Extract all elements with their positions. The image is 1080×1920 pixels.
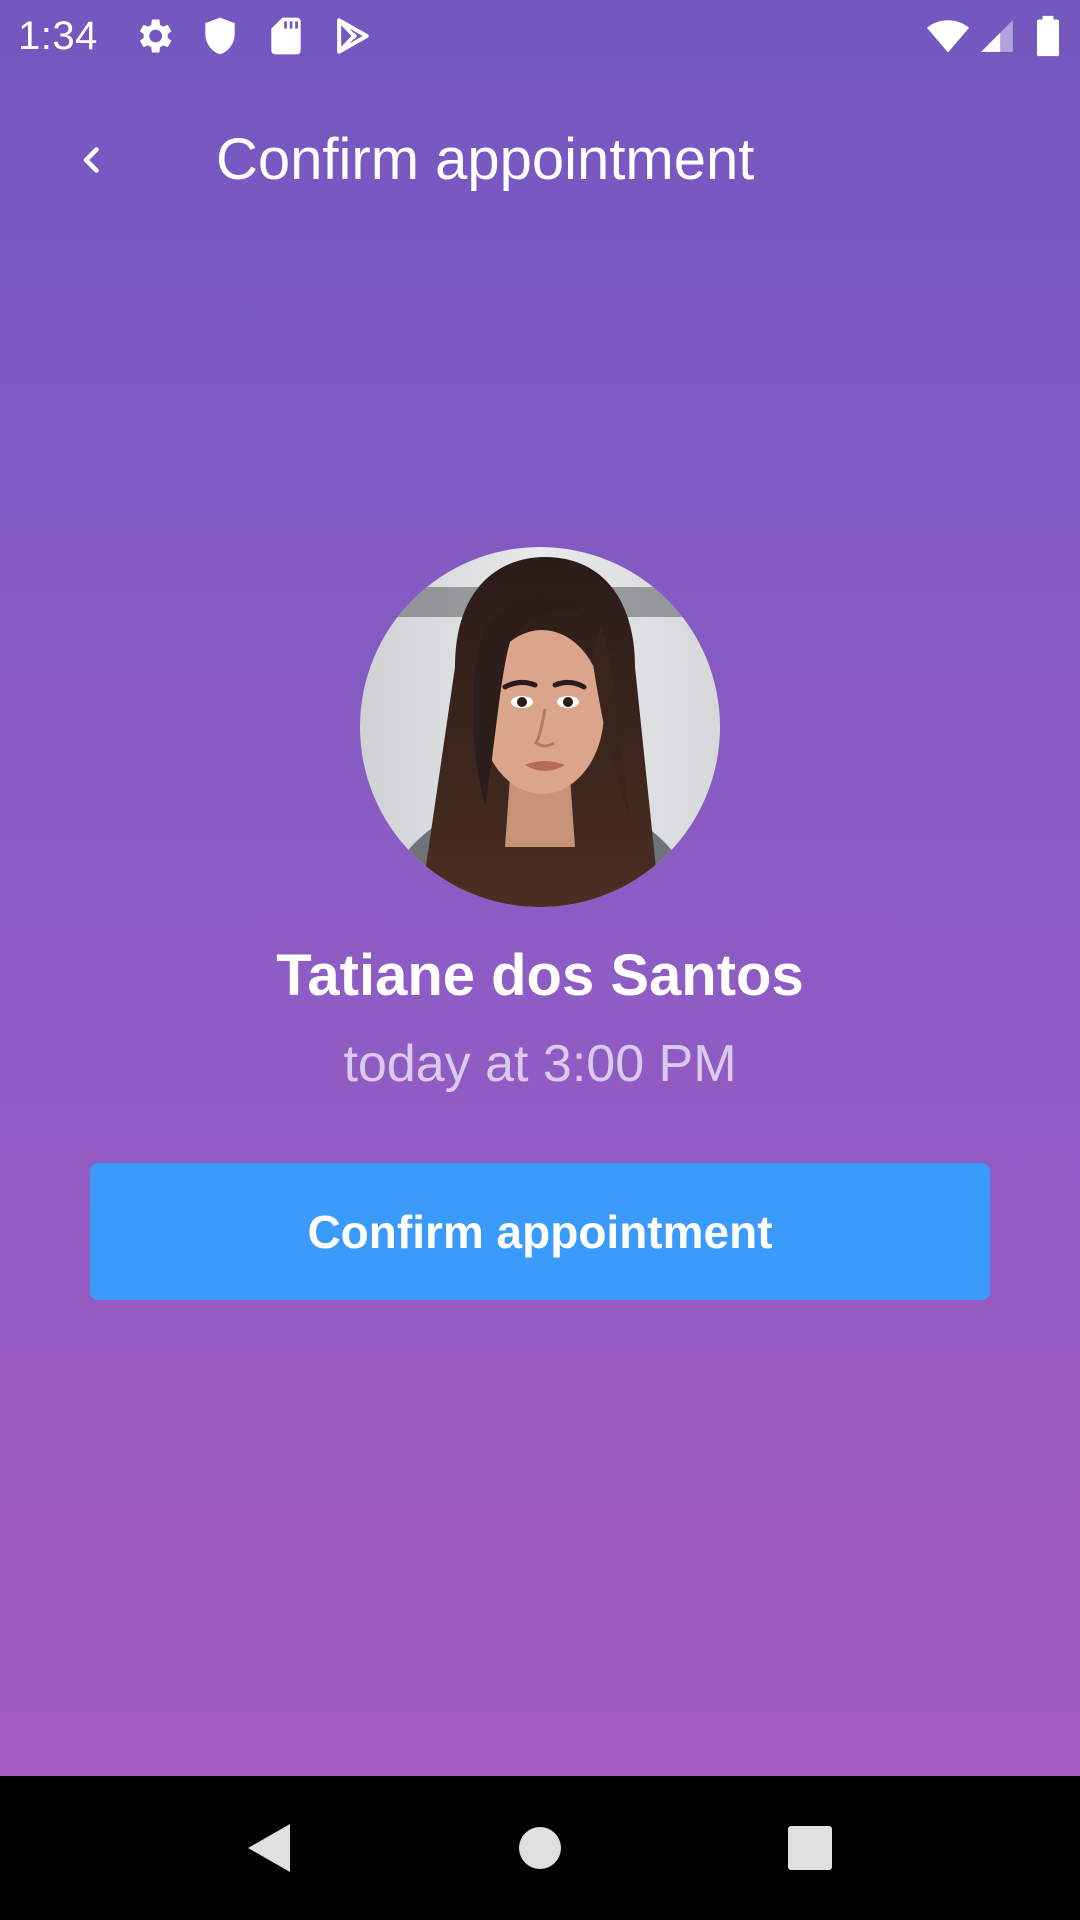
home-circle-icon bbox=[517, 1825, 563, 1871]
confirm-appointment-button[interactable]: Confirm appointment bbox=[90, 1163, 990, 1300]
wifi-icon bbox=[924, 14, 972, 58]
nav-recents-button[interactable] bbox=[774, 1812, 846, 1884]
chevron-left-icon bbox=[74, 142, 110, 178]
nav-home-button[interactable] bbox=[504, 1812, 576, 1884]
play-store-icon bbox=[330, 14, 374, 58]
avatar-photo bbox=[360, 547, 720, 907]
app-bar: Confirm appointment bbox=[0, 100, 1080, 220]
back-triangle-icon bbox=[244, 1822, 292, 1874]
page-title: Confirm appointment bbox=[216, 127, 755, 192]
cell-signal-icon bbox=[978, 14, 1016, 58]
status-time: 1:34 bbox=[18, 14, 98, 58]
contact-name: Tatiane dos Santos bbox=[276, 943, 804, 1008]
gear-icon bbox=[132, 14, 176, 58]
sd-card-icon bbox=[264, 14, 308, 58]
avatar bbox=[360, 547, 720, 907]
nav-back-button[interactable] bbox=[232, 1812, 304, 1884]
battery-icon bbox=[1032, 14, 1064, 58]
back-button[interactable] bbox=[60, 128, 124, 192]
screen: 1:34 Confirm appointment Tatiane dos San… bbox=[0, 0, 1080, 1920]
appointment-time: today at 3:00 PM bbox=[343, 1035, 737, 1093]
navigation-bar bbox=[0, 1776, 1080, 1920]
status-bar: 1:34 bbox=[0, 0, 1080, 72]
recents-square-icon bbox=[787, 1825, 833, 1871]
shield-icon bbox=[198, 14, 242, 58]
